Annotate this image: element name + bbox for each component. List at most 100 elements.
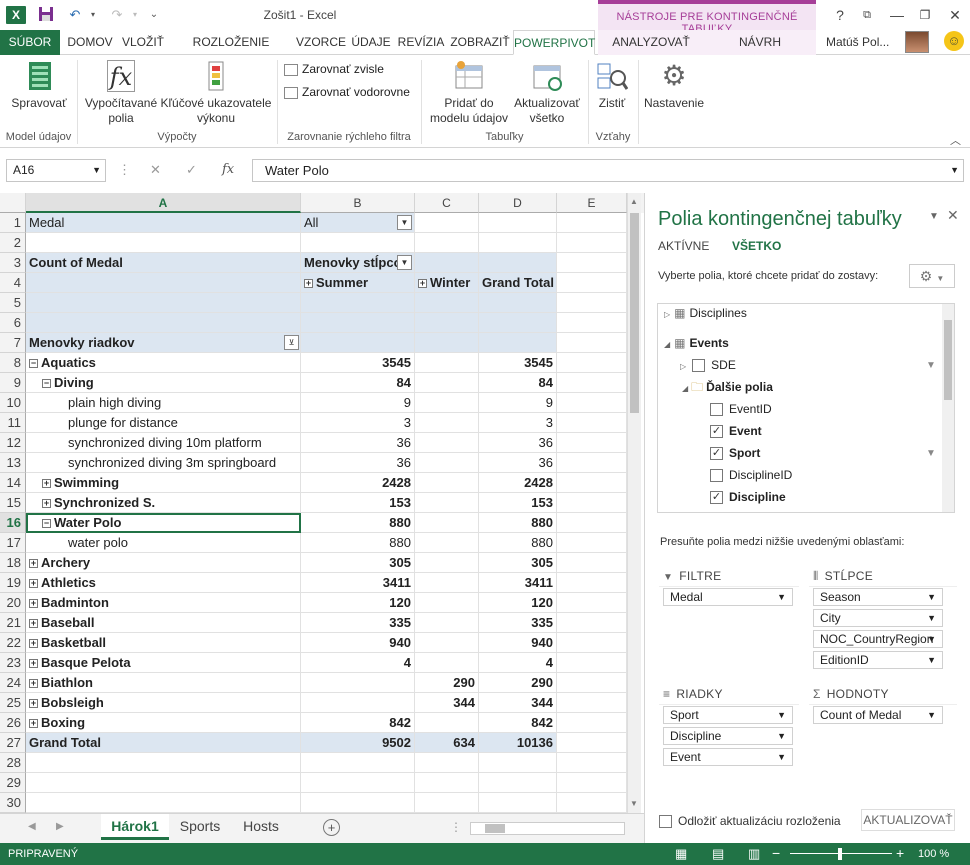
settings-button[interactable]: ⚙ Nastavenie: [642, 60, 706, 111]
cell-c7[interactable]: [415, 333, 479, 353]
checked-checkbox[interactable]: ✓: [710, 491, 723, 505]
name-box[interactable]: A16 ▼: [6, 159, 106, 182]
cell-e25[interactable]: [557, 693, 627, 713]
expand-icon[interactable]: +: [29, 679, 38, 689]
cell-a22[interactable]: + Basketball: [26, 633, 301, 653]
chevron-down-icon[interactable]: ▼: [777, 728, 786, 744]
row-header[interactable]: 4: [0, 273, 26, 293]
user-name[interactable]: Matúš Pol...: [826, 30, 889, 55]
cell-d17[interactable]: 880: [479, 533, 557, 553]
cell-c29[interactable]: [415, 773, 479, 793]
cell-d22[interactable]: 940: [479, 633, 557, 653]
horizontal-scroll-thumb[interactable]: [485, 824, 505, 833]
cell-c8[interactable]: [415, 353, 479, 373]
cell-d4[interactable]: Grand Total: [479, 273, 557, 293]
cell-c18[interactable]: [415, 553, 479, 573]
cell-c17[interactable]: [415, 533, 479, 553]
cell-e28[interactable]: [557, 753, 627, 773]
cell-d21[interactable]: 335: [479, 613, 557, 633]
cell-b7[interactable]: [301, 333, 415, 353]
cell-c28[interactable]: [415, 753, 479, 773]
cell-c20[interactable]: [415, 593, 479, 613]
vertical-scrollbar[interactable]: ▲ ▼: [627, 193, 641, 813]
expand-icon[interactable]: +: [42, 499, 51, 509]
cell-a3[interactable]: Count of Medal: [26, 253, 301, 273]
tab-view[interactable]: ZOBRAZIŤ: [448, 30, 512, 55]
cell-e8[interactable]: [557, 353, 627, 373]
cell-b10[interactable]: 9: [301, 393, 415, 413]
cell-e30[interactable]: [557, 793, 627, 813]
tab-review[interactable]: REVÍZIA: [394, 30, 448, 55]
cell-c19[interactable]: [415, 573, 479, 593]
collapse-ribbon-icon[interactable]: ︿: [950, 132, 961, 148]
horizontal-scrollbar[interactable]: [470, 822, 625, 835]
row-header[interactable]: 6: [0, 313, 26, 333]
cell-a26[interactable]: + Boxing: [26, 713, 301, 733]
cell-b14[interactable]: 2428: [301, 473, 415, 493]
cell-b2[interactable]: [301, 233, 415, 253]
maximize-icon[interactable]: ❐: [910, 4, 940, 26]
page-layout-view-icon[interactable]: ▤: [712, 846, 724, 862]
cell-d29[interactable]: [479, 773, 557, 793]
cell-c10[interactable]: [415, 393, 479, 413]
column-labels-dropdown[interactable]: ▼: [397, 255, 412, 270]
cell-e22[interactable]: [557, 633, 627, 653]
cell-e13[interactable]: [557, 453, 627, 473]
cell-b9[interactable]: 84: [301, 373, 415, 393]
checkbox[interactable]: [659, 815, 672, 829]
collapse-icon[interactable]: −: [42, 519, 51, 529]
cell-b13[interactable]: 36: [301, 453, 415, 473]
cell-d9[interactable]: 84: [479, 373, 557, 393]
cell-c24[interactable]: 290: [415, 673, 479, 693]
zone-field-columns[interactable]: City ▼: [813, 609, 943, 627]
row-header[interactable]: 25: [0, 693, 26, 713]
filters-zone[interactable]: Medal ▼: [659, 586, 799, 682]
cell-a23[interactable]: + Basque Pelota: [26, 653, 301, 673]
cell-e11[interactable]: [557, 413, 627, 433]
field-item[interactable]: ✓ Event: [710, 420, 762, 442]
sheet-tab-harok1[interactable]: Hárok1: [101, 814, 169, 840]
cell-e9[interactable]: [557, 373, 627, 393]
zone-field-rows[interactable]: Event ▼: [663, 748, 793, 766]
row-header[interactable]: 5: [0, 293, 26, 313]
cell-e18[interactable]: [557, 553, 627, 573]
cell-c26[interactable]: [415, 713, 479, 733]
ribbon-display-icon[interactable]: ⧉: [852, 4, 882, 26]
calculated-fields-button[interactable]: fx Vypočítavané polia: [82, 60, 160, 126]
zone-field-columns[interactable]: NOC_CountryRegion ▼: [813, 630, 943, 648]
cell-e24[interactable]: [557, 673, 627, 693]
field-item[interactable]: ▷ SDE: [680, 354, 736, 376]
row-header[interactable]: 18: [0, 553, 26, 573]
cell-b6[interactable]: [301, 313, 415, 333]
insert-function-icon[interactable]: fx: [222, 162, 234, 177]
cell-a20[interactable]: + Badminton: [26, 593, 301, 613]
cell-c9[interactable]: [415, 373, 479, 393]
cell-d24[interactable]: 290: [479, 673, 557, 693]
row-header[interactable]: 19: [0, 573, 26, 593]
field-item[interactable]: ◢ 🗀 Ďalšie polia: [682, 376, 773, 398]
cell-d6[interactable]: [479, 313, 557, 333]
page-break-view-icon[interactable]: ▥: [748, 846, 760, 862]
cell-e20[interactable]: [557, 593, 627, 613]
cell-b22[interactable]: 940: [301, 633, 415, 653]
next-sheet-icon[interactable]: ▶: [56, 821, 64, 832]
tab-data[interactable]: ÚDAJE: [348, 30, 394, 55]
pane-close-icon[interactable]: ✕: [947, 207, 959, 224]
tab-page-layout[interactable]: ROZLOŽENIE STRANY: [168, 30, 294, 74]
cell-b28[interactable]: [301, 753, 415, 773]
tab-formulas[interactable]: VZORCE: [294, 30, 348, 55]
column-header-d[interactable]: D: [479, 193, 557, 213]
cell-c3[interactable]: [415, 253, 479, 273]
field-list-scrollbar[interactable]: [942, 304, 954, 512]
cell-e2[interactable]: [557, 233, 627, 253]
cell-d14[interactable]: 2428: [479, 473, 557, 493]
expand-icon[interactable]: +: [29, 699, 38, 709]
expand-icon[interactable]: +: [29, 579, 38, 589]
close-icon[interactable]: ✕: [940, 4, 970, 26]
tab-powerpivot[interactable]: POWERPIVOT: [513, 30, 595, 55]
cell-d28[interactable]: [479, 753, 557, 773]
cell-b18[interactable]: 305: [301, 553, 415, 573]
row-labels-filter-icon[interactable]: ⊻: [284, 335, 299, 350]
expand-icon[interactable]: +: [29, 659, 38, 669]
cell-b19[interactable]: 3411: [301, 573, 415, 593]
